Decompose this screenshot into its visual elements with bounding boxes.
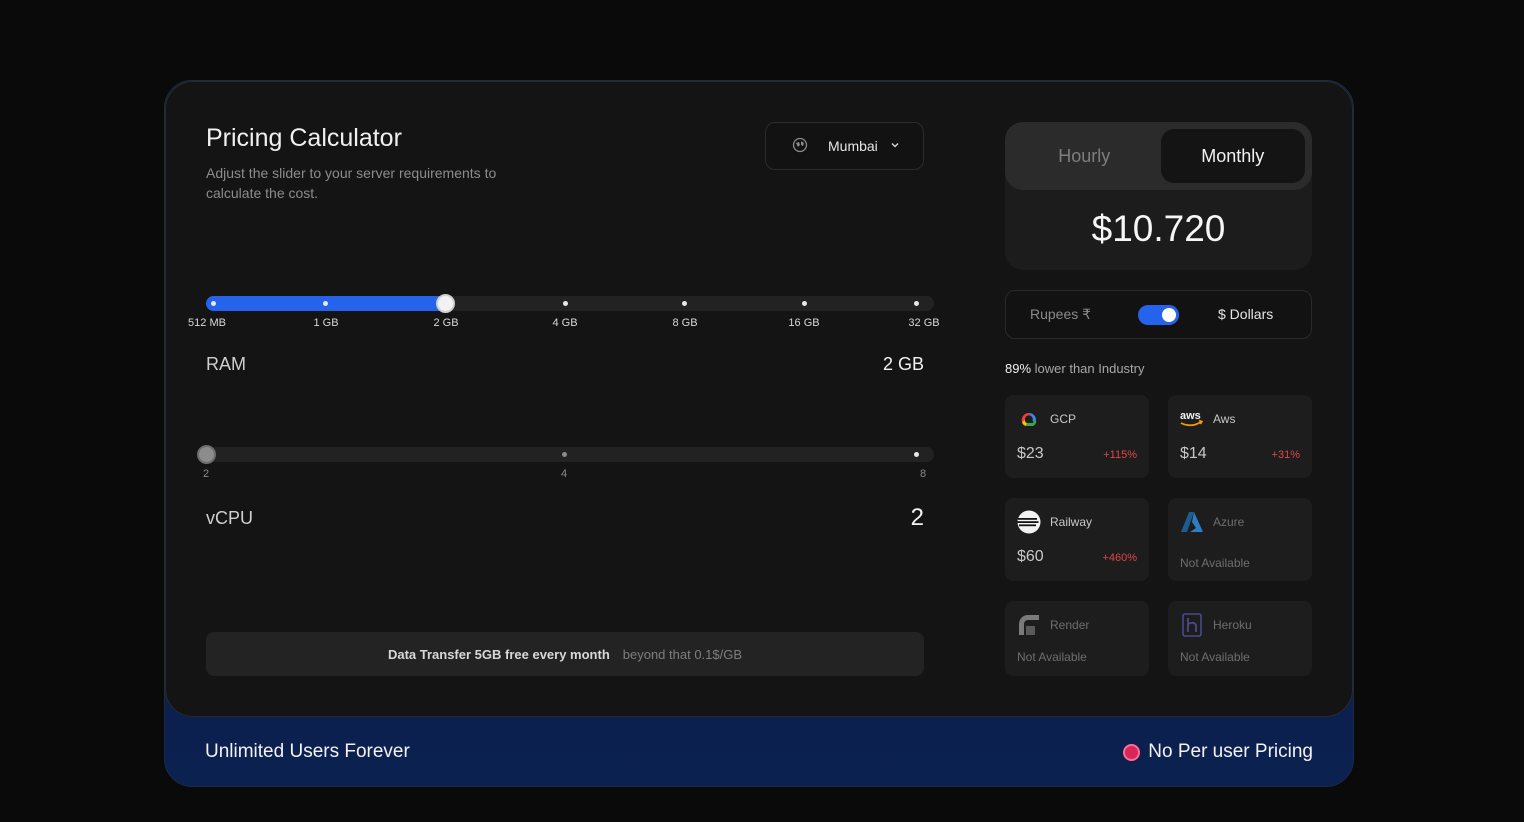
vcpu-row: vCPU 2 — [206, 504, 924, 532]
ram-step-dot[interactable] — [323, 301, 328, 306]
data-transfer-note: Data Transfer 5GB free every month beyon… — [206, 632, 924, 676]
comparison-percent: 89% — [1005, 361, 1032, 376]
provider-status: Not Available — [1180, 650, 1250, 664]
provider-name: Railway — [1050, 515, 1093, 529]
vcpu-slider[interactable] — [197, 445, 934, 464]
provider-name: Render — [1050, 618, 1090, 632]
no-per-user-pricing: No Per user Pricing — [1123, 741, 1313, 763]
railway-logo-icon — [1017, 510, 1041, 534]
no-per-user-pricing-text: No Per user Pricing — [1148, 741, 1313, 762]
ram-slider-fill — [206, 296, 454, 311]
vcpu-tick-label: 8 — [919, 468, 927, 480]
provider-status: Not Available — [1180, 556, 1250, 570]
provider-card-azure: Azure Not Available — [1168, 498, 1312, 581]
ram-tick-label: 1 GB — [313, 317, 339, 329]
price-box: Hourly Monthly $10.720 — [1005, 122, 1312, 270]
unlimited-users-text: Unlimited Users Forever — [205, 741, 410, 762]
region-select[interactable]: Mumbai — [765, 122, 924, 170]
ram-slider[interactable] — [206, 294, 934, 313]
provider-card-railway: Railway $60 +460% — [1005, 498, 1149, 581]
currency-rupees-label[interactable]: Rupees ₹ — [1030, 306, 1091, 323]
ram-value: 2 GB — [882, 354, 924, 374]
provider-price-diff: +460% — [1102, 552, 1137, 564]
ram-label: RAM — [206, 354, 246, 374]
provider-card-heroku: Heroku Not Available — [1168, 601, 1312, 676]
provider-status: Not Available — [1017, 650, 1087, 664]
vcpu-slider-thumb[interactable] — [197, 445, 216, 464]
page-title: Pricing Calculator — [206, 124, 402, 152]
ram-step-dot[interactable] — [563, 301, 568, 306]
render-logo-icon — [1017, 613, 1041, 637]
status-dot-icon — [1123, 743, 1141, 761]
data-transfer-main: Data Transfer 5GB free every month — [387, 646, 610, 662]
ram-row: RAM 2 GB — [206, 354, 924, 375]
provider-name: GCP — [1050, 412, 1077, 426]
chevron-down-icon — [890, 140, 900, 153]
ram-tick-label: 8 GB — [672, 317, 698, 329]
data-transfer-extra: beyond that 0.1$/GB — [622, 646, 743, 662]
vcpu-step-dot[interactable] — [562, 452, 567, 457]
vcpu-tick-label: 4 — [560, 468, 568, 480]
ram-tick-label: 16 GB — [788, 317, 820, 329]
total-price: $10.720 — [1091, 208, 1226, 249]
provider-price-diff: +115% — [1103, 449, 1137, 461]
ram-tick-label: 2 GB — [433, 317, 459, 329]
provider-price: $60 — [1017, 548, 1044, 565]
heroku-logo-icon — [1180, 613, 1204, 637]
ram-step-dot[interactable] — [802, 301, 807, 306]
aws-logo-icon: aws — [1180, 407, 1204, 431]
provider-card-render: Render Not Available — [1005, 601, 1149, 676]
azure-logo-icon — [1180, 510, 1204, 534]
ram-step-dot[interactable] — [682, 301, 687, 306]
globe-icon — [792, 137, 808, 156]
provider-name: Azure — [1213, 515, 1245, 529]
provider-card-aws: aws Aws $14 +31% — [1168, 395, 1312, 478]
toggle-knob — [1162, 308, 1176, 322]
provider-price: $14 — [1180, 445, 1207, 462]
billing-hourly-button[interactable]: Hourly — [1012, 129, 1157, 183]
ram-step-dot[interactable] — [914, 301, 919, 306]
comparison-text: lower than Industry — [1034, 361, 1145, 376]
provider-card-gcp: GCP $23 +115% — [1005, 395, 1149, 478]
region-value: Mumbai — [828, 138, 878, 154]
currency-toggle[interactable] — [1138, 305, 1179, 325]
ram-tick-label: 512 MB — [188, 317, 226, 329]
vcpu-label: vCPU — [206, 507, 254, 528]
page-subtitle: Adjust the slider to your server require… — [206, 165, 497, 201]
vcpu-value: 2 — [910, 504, 924, 531]
svg-text:aws: aws — [1180, 410, 1201, 422]
vcpu-step-dot[interactable] — [914, 452, 919, 457]
provider-price: $23 — [1017, 445, 1044, 462]
provider-name: Heroku — [1213, 618, 1252, 632]
vcpu-tick-label: 2 — [202, 468, 210, 480]
provider-price-diff: +31% — [1271, 449, 1300, 461]
billing-period-toggle: Hourly Monthly — [1005, 122, 1312, 190]
currency-switch: Rupees ₹ $ Dollars — [1005, 290, 1312, 339]
gcp-logo-icon — [1017, 407, 1041, 431]
ram-step-dot[interactable] — [211, 301, 216, 306]
currency-dollars-label[interactable]: $ Dollars — [1218, 306, 1273, 322]
ram-tick-label: 4 GB — [552, 317, 578, 329]
industry-comparison: 89% lower than Industry — [1005, 361, 1145, 376]
provider-name: Aws — [1213, 412, 1236, 426]
ram-tick-label: 32 GB — [908, 317, 940, 329]
ram-slider-thumb[interactable] — [436, 294, 455, 313]
billing-monthly-button[interactable]: Monthly — [1160, 129, 1305, 183]
